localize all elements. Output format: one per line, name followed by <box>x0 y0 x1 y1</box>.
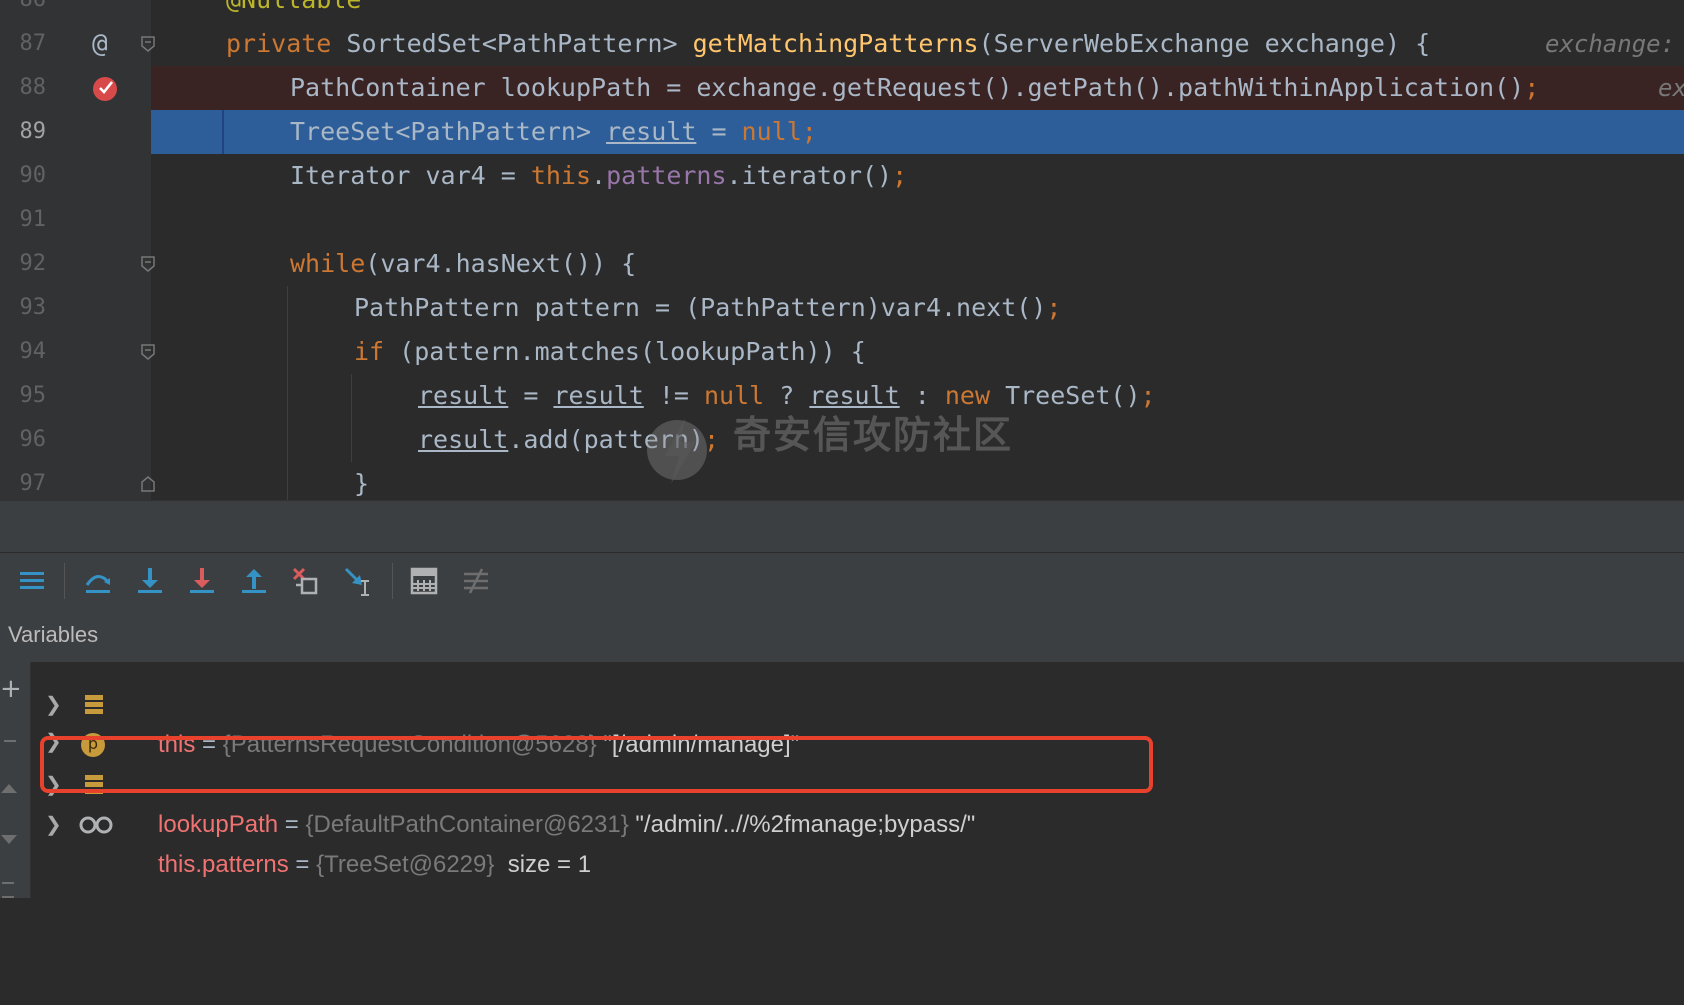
variable-name: this.patterns <box>158 851 289 878</box>
variable-equals: = <box>288 851 317 878</box>
duplicate-watch-icon[interactable] <box>2 882 14 898</box>
step-into-icon[interactable] <box>134 565 166 597</box>
fold-marker-icon[interactable] <box>141 344 155 360</box>
fold-marker-icon[interactable] <box>141 476 155 492</box>
variable-row-this[interactable]: ❯ this = {PatternsRequestCondition@5628}… <box>31 685 1684 758</box>
step-out-icon[interactable] <box>238 565 270 597</box>
variable-type: {TreeSet@6229} <box>316 851 495 878</box>
code-text: PathPattern pattern = (PathPattern)var4.… <box>354 293 1062 322</box>
expand-chevron-icon[interactable]: ❯ <box>45 685 62 725</box>
move-up-icon[interactable] <box>0 782 18 794</box>
line-number: 91 <box>19 207 47 232</box>
indent-guide <box>351 374 352 462</box>
add-watch-icon[interactable]: + <box>0 676 22 702</box>
code-editor[interactable]: 86 @Nullable 87 @ private SortedSet<Path… <box>0 0 1684 500</box>
code-text: while(var4.hasNext()) { <box>290 249 637 278</box>
code-line-94[interactable]: 94 if (pattern.matches(lookupPath)) { <box>0 330 1684 374</box>
highlight-annotation-box <box>40 736 1153 793</box>
debugger-toolbar <box>0 552 1684 610</box>
fold-marker-icon[interactable] <box>141 36 155 52</box>
variables-side-toolbar: + <box>0 662 31 898</box>
code-text: } <box>354 469 370 498</box>
line-number: 97 <box>19 471 47 496</box>
code-text: @Nullable <box>226 0 361 22</box>
variable-value: size = 1 <box>494 851 592 878</box>
code-text: Iterator var4 = this.patterns.iterator()… <box>290 161 908 190</box>
toolbar-separator <box>392 563 393 599</box>
implements-marker-icon[interactable]: @ <box>92 22 108 66</box>
code-line-91[interactable]: 91 <box>0 198 1684 242</box>
line-number: 93 <box>19 295 47 320</box>
watermark-logo <box>647 418 707 484</box>
watch-icon <box>79 816 113 834</box>
line-number: 96 <box>19 427 47 452</box>
frames-menu-icon[interactable] <box>16 565 48 597</box>
evaluate-expression-icon[interactable] <box>408 565 440 597</box>
line-number: 95 <box>19 383 47 408</box>
code-line-93[interactable]: 93 PathPattern pattern = (PathPattern)va… <box>0 286 1684 330</box>
debugger-tab-strip <box>0 500 1684 553</box>
code-line-86[interactable]: 86 @Nullable <box>0 0 1684 22</box>
drop-frame-icon[interactable] <box>290 565 322 597</box>
line-number: 87 <box>19 31 47 56</box>
current-line-marker <box>222 110 224 154</box>
line-number: 92 <box>19 251 47 276</box>
inline-debug-hint: exchange: <box>1545 30 1676 58</box>
line-number: 89 <box>19 119 47 144</box>
line-number: 88 <box>19 75 47 100</box>
run-to-cursor-icon[interactable] <box>342 565 374 597</box>
line-number: 86 <box>0 0 47 22</box>
code-line-97[interactable]: 97 } <box>0 462 1684 500</box>
remove-watch-icon[interactable] <box>4 740 16 742</box>
code-line-87[interactable]: 87 @ private SortedSet<PathPattern> getM… <box>0 22 1684 66</box>
code-line-89-current[interactable]: 89 TreeSet<PathPattern> result = null; <box>0 110 1684 154</box>
variable-row-this-patterns[interactable]: ❯ this.patterns = {TreeSet@6229} size = … <box>31 805 1684 878</box>
trace-icon[interactable] <box>460 565 492 597</box>
line-number: 90 <box>19 163 47 188</box>
code-line-88[interactable]: 88 PathContainer lookupPath = exchange.g… <box>0 66 1684 110</box>
step-over-icon[interactable] <box>82 565 114 597</box>
code-text: private SortedSet<PathPattern> getMatchi… <box>226 29 1431 58</box>
code-text: TreeSet<PathPattern> result = null; <box>290 117 817 146</box>
watermark-text: 奇安信攻防社区 <box>733 413 1014 457</box>
code-line-90[interactable]: 90 Iterator var4 = this.patterns.iterato… <box>0 154 1684 198</box>
toolbar-separator <box>64 563 65 599</box>
expand-chevron-icon[interactable]: ❯ <box>45 805 62 845</box>
field-icon <box>85 695 103 714</box>
move-down-icon[interactable] <box>0 834 18 846</box>
code-text: if (pattern.matches(lookupPath)) { <box>354 337 866 366</box>
line-number: 94 <box>19 339 47 364</box>
fold-marker-icon[interactable] <box>141 256 155 272</box>
force-step-into-icon[interactable] <box>186 565 218 597</box>
code-line-92[interactable]: 92 while(var4.hasNext()) { <box>0 242 1684 286</box>
variables-title: Variables <box>8 622 99 647</box>
indent-guide <box>287 286 288 500</box>
code-text: PathContainer lookupPath = exchange.getR… <box>290 73 1540 102</box>
inline-debug-hint: ex <box>1658 74 1684 102</box>
variables-panel-header: Variables <box>0 608 1684 663</box>
breakpoint-icon[interactable] <box>92 74 120 102</box>
